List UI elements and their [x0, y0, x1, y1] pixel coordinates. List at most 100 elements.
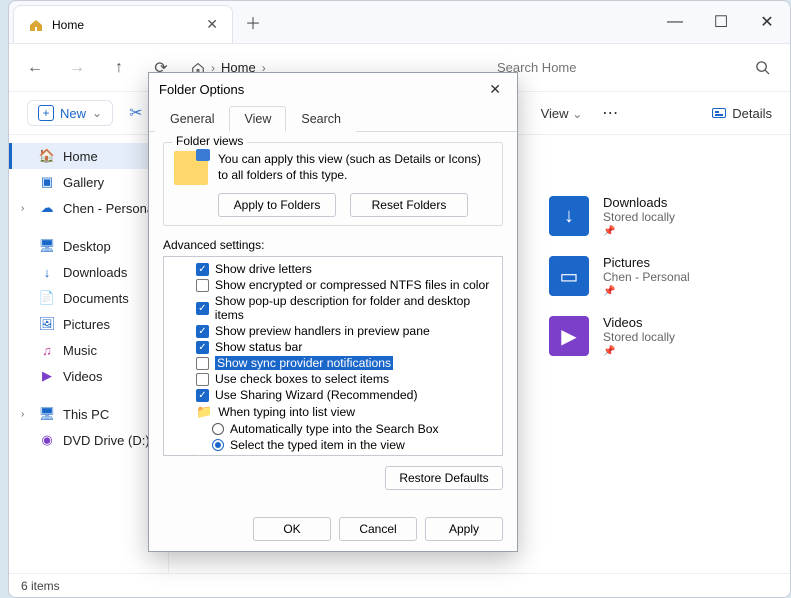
nav-home[interactable]: 🏠Home — [9, 143, 168, 169]
music-icon: ♫ — [39, 342, 55, 358]
checkbox-icon[interactable] — [196, 279, 209, 292]
nav-label: Gallery — [63, 175, 104, 190]
nav-personal[interactable]: › ☁ Chen - Personal — [9, 195, 168, 221]
nav-desktop[interactable]: 🖥Desktop — [9, 233, 168, 259]
tab-search[interactable]: Search — [286, 106, 356, 132]
nav-thispc[interactable]: ›🖥This PC — [9, 401, 168, 427]
qa-sub: Stored locally — [603, 210, 675, 224]
qa-item[interactable]: ▶ Videos Stored locally 📌 — [549, 315, 770, 357]
pin-icon: 📌 — [603, 346, 675, 357]
checkbox-icon[interactable]: ✓ — [196, 389, 209, 402]
cloud-icon: ☁ — [39, 200, 55, 216]
adv-setting-item[interactable]: Show sync provider notifications — [170, 355, 496, 371]
adv-label: Automatically type into the Search Box — [230, 422, 439, 436]
status-bar: 6 items — [9, 573, 790, 597]
qa-sub: Stored locally — [603, 330, 675, 344]
forward-button[interactable]: → — [57, 50, 97, 86]
checkbox-icon[interactable]: ✓ — [196, 263, 209, 276]
new-label: New — [60, 106, 86, 121]
view-menu-button[interactable]: View ⌄ — [541, 106, 583, 121]
adv-label: Show drive letters — [215, 262, 312, 276]
adv-setting-item[interactable]: Use check boxes to select items — [170, 371, 496, 387]
document-icon: 📄 — [39, 290, 55, 306]
download-icon: ↓ — [39, 264, 55, 280]
chevron-right-icon[interactable]: › — [21, 203, 24, 214]
maximize-button[interactable]: ☐ — [698, 1, 744, 43]
plus-icon: + — [38, 105, 54, 121]
desktop-icon: 🖥 — [39, 238, 55, 254]
new-button[interactable]: + New ⌄ — [27, 100, 113, 126]
apply-to-folders-button[interactable]: Apply to Folders — [218, 193, 336, 217]
nav-pictures[interactable]: 🖼Pictures — [9, 311, 168, 337]
cancel-button[interactable]: Cancel — [339, 517, 417, 541]
cut-icon[interactable]: ✂ — [125, 99, 146, 127]
back-button[interactable]: ← — [15, 50, 55, 86]
folder-icon: ↓ — [549, 196, 589, 236]
radio-icon[interactable] — [212, 423, 224, 435]
adv-setting-item[interactable]: ✓ Use Sharing Wizard (Recommended) — [170, 387, 496, 403]
adv-setting-item[interactable]: ✓Show pop-up description for folder and … — [170, 293, 496, 323]
pictures-icon: 🖼 — [39, 316, 55, 332]
nav-videos[interactable]: ▶Videos — [9, 363, 168, 389]
tree-icon: 🗂 — [180, 454, 197, 456]
tab-view[interactable]: View — [229, 106, 286, 132]
dialog-title: Folder Options — [159, 82, 244, 97]
up-button[interactable]: ↑ — [99, 50, 139, 86]
adv-label: Show preview handlers in preview pane — [215, 324, 430, 338]
tab-home[interactable]: Home ✕ — [13, 5, 233, 43]
tab-general[interactable]: General — [155, 106, 229, 132]
pin-icon: 📌 — [603, 286, 690, 297]
advanced-settings-list[interactable]: ✓ Show drive lettersShow encrypted or com… — [163, 256, 503, 456]
folder-view-icon — [174, 151, 208, 185]
pc-icon: 🖥 — [39, 406, 55, 422]
nav-gallery[interactable]: ▣Gallery — [9, 169, 168, 195]
adv-label: Use check boxes to select items — [215, 372, 389, 386]
checkbox-icon[interactable] — [196, 373, 209, 386]
adv-setting-item[interactable]: ✓ Show drive letters — [170, 261, 496, 277]
minimize-button[interactable]: — — [652, 1, 698, 43]
dialog-titlebar[interactable]: Folder Options ✕ — [149, 73, 517, 105]
folder-views-text: You can apply this view (such as Details… — [218, 151, 492, 183]
adv-label: Use Sharing Wizard (Recommended) — [215, 388, 418, 402]
apply-button[interactable]: Apply — [425, 517, 503, 541]
adv-setting-item[interactable]: 🗂Navigation pane — [170, 453, 496, 456]
checkbox-icon[interactable]: ✓ — [196, 302, 209, 315]
details-view-button[interactable]: Details — [712, 106, 772, 121]
checkbox-icon[interactable] — [196, 357, 209, 370]
search-input[interactable] — [489, 52, 739, 84]
ok-button[interactable]: OK — [253, 517, 331, 541]
new-tab-button[interactable]: ＋ — [233, 1, 273, 43]
adv-setting-item[interactable]: ✓Show status bar — [170, 339, 496, 355]
adv-setting-item[interactable]: 📁When typing into list view — [170, 403, 496, 421]
nav-downloads[interactable]: ↓Downloads — [9, 259, 168, 285]
adv-setting-item[interactable]: Show encrypted or compressed NTFS files … — [170, 277, 496, 293]
nav-label: Chen - Personal — [63, 201, 157, 216]
adv-label: When typing into list view — [218, 405, 355, 419]
chevron-right-icon[interactable]: › — [21, 409, 24, 420]
dialog-close-button[interactable]: ✕ — [483, 79, 507, 100]
pin-icon: 📌 — [603, 226, 675, 237]
radio-icon[interactable] — [212, 439, 224, 451]
nav-dvd[interactable]: ◉DVD Drive (D:) — [9, 427, 168, 453]
qa-item[interactable]: ▭ Pictures Chen - Personal 📌 — [549, 255, 770, 297]
nav-music[interactable]: ♫Music — [9, 337, 168, 363]
restore-defaults-button[interactable]: Restore Defaults — [385, 466, 503, 490]
details-icon — [712, 108, 726, 118]
nav-documents[interactable]: 📄Documents — [9, 285, 168, 311]
advanced-settings-label: Advanced settings: — [163, 238, 503, 252]
checkbox-icon[interactable]: ✓ — [196, 341, 209, 354]
dialog-tabs: General View Search — [149, 105, 517, 132]
video-icon: ▶ — [39, 368, 55, 384]
window-controls: — ☐ ✕ — [652, 1, 790, 43]
more-button[interactable]: ⋯ — [594, 103, 628, 123]
adv-setting-item[interactable]: ✓ Show preview handlers in preview pane — [170, 323, 496, 339]
adv-setting-item[interactable]: Automatically type into the Search Box — [170, 421, 496, 437]
qa-item[interactable]: ↓ Downloads Stored locally 📌 — [549, 195, 770, 237]
adv-label: Select the typed item in the view — [230, 438, 405, 452]
checkbox-icon[interactable]: ✓ — [196, 325, 209, 338]
search-icon[interactable] — [741, 60, 784, 75]
close-button[interactable]: ✕ — [744, 1, 790, 43]
reset-folders-button[interactable]: Reset Folders — [350, 193, 468, 217]
tab-close-icon[interactable]: ✕ — [206, 16, 218, 33]
adv-setting-item[interactable]: Select the typed item in the view — [170, 437, 496, 453]
